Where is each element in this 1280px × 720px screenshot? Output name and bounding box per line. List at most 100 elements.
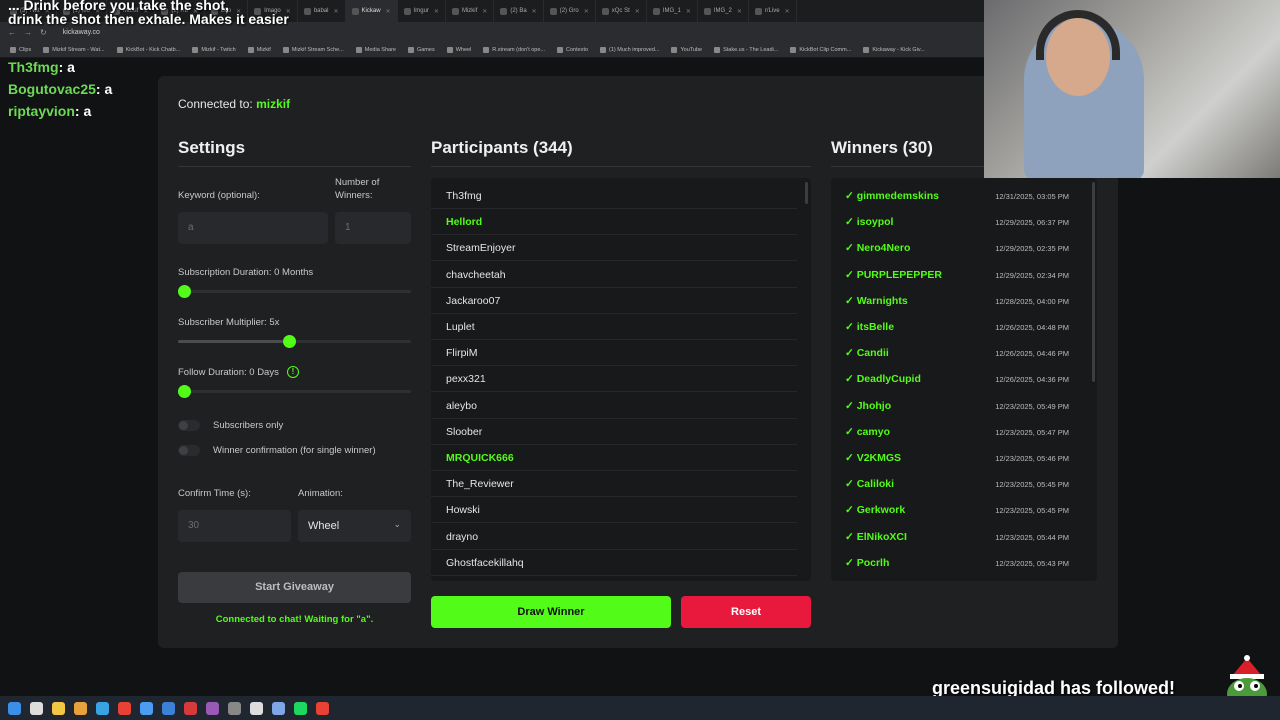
bookmark-item[interactable]: KickBot Clip Comm... (790, 46, 851, 53)
close-icon[interactable]: ✕ (686, 8, 691, 15)
folder-icon[interactable] (74, 701, 87, 715)
app6-icon[interactable] (316, 701, 329, 715)
winner-row[interactable]: ✓ DeadlyCupid 12/26/2025, 04:36 PM (831, 366, 1081, 392)
winner-row[interactable]: ✓ Warnights 12/28/2025, 04:00 PM (831, 288, 1081, 314)
reload-icon[interactable]: ↻ (40, 28, 47, 37)
subscribers-only-toggle[interactable] (178, 420, 200, 431)
app5-icon[interactable] (272, 701, 285, 715)
bookmark-item[interactable]: Games (407, 46, 435, 53)
close-icon[interactable]: ✕ (737, 8, 742, 15)
participant-row[interactable]: The_Reviewer (431, 471, 797, 498)
bookmark-item[interactable]: Media Share (355, 46, 396, 53)
winners-list[interactable]: ✓ gimmedemskins 12/31/2025, 03:05 PM ✓ iso… (831, 178, 1097, 581)
close-icon[interactable]: ✕ (785, 8, 790, 15)
browser-tab[interactable]: IMG_2 ✕ (698, 0, 749, 22)
photos-icon[interactable] (140, 701, 153, 715)
participant-row[interactable]: Hellord (431, 209, 797, 236)
app2-icon[interactable] (206, 701, 219, 715)
bookmark-item[interactable]: KickBot - Kick Chatb... (116, 46, 180, 53)
participant-row[interactable]: FlirpiM (431, 340, 797, 367)
winner-row[interactable]: ✓ Jhohjo 12/23/2025, 05:49 PM (831, 393, 1081, 419)
scrollbar[interactable] (805, 182, 808, 204)
bookmark-item[interactable]: Mizkif (247, 46, 271, 53)
winner-row[interactable]: ✓ Nero4Nero 12/29/2025, 02:35 PM (831, 235, 1081, 261)
participant-row[interactable]: drayno (431, 524, 797, 550)
close-icon[interactable]: ✕ (584, 8, 589, 15)
bookmark-item[interactable]: (1) Much improved... (600, 46, 659, 53)
winner-row[interactable]: ✓ PURPLEPEPPER 12/29/2025, 02:34 PM (831, 262, 1081, 288)
bookmark-item[interactable]: Kickaway - Kick Giv... (863, 46, 925, 53)
app-icon[interactable] (184, 701, 197, 715)
chrome-icon[interactable] (118, 701, 131, 715)
reset-button[interactable]: Reset (681, 596, 811, 628)
slider-knob[interactable] (282, 335, 296, 348)
bookmark-item[interactable]: Mizkif Stream - Wat... (43, 46, 105, 53)
browser-tab[interactable]: (2) Ba ✕ (494, 0, 544, 22)
browser-tab[interactable]: r/Live ✕ (749, 0, 797, 22)
bookmark-item[interactable]: YouTube (671, 46, 702, 53)
winner-row[interactable]: ✓ V2KMGS 12/23/2025, 05:46 PM (831, 445, 1081, 471)
search-icon[interactable] (30, 701, 43, 715)
draw-winner-button[interactable]: Draw Winner (431, 596, 671, 628)
browser-tab[interactable]: Imgur ✕ (398, 0, 446, 22)
participant-row[interactable]: aleybo (431, 393, 797, 419)
back-icon[interactable]: ← (8, 28, 16, 37)
forward-icon[interactable]: → (24, 28, 32, 37)
winners-count-input[interactable]: 1 (335, 212, 411, 244)
browser-tab[interactable]: Kickaw ✕ (345, 0, 398, 22)
bookmark-item[interactable]: Wheel (446, 46, 471, 53)
follow-duration-slider[interactable] (178, 385, 411, 398)
winner-row[interactable]: ✓ isoypol 12/29/2025, 06:37 PM (831, 209, 1081, 235)
bookmark-item[interactable]: Clips (10, 46, 31, 53)
participant-row[interactable]: pexx321 (431, 366, 797, 393)
close-icon[interactable]: ✕ (434, 8, 439, 15)
slider-knob[interactable] (178, 285, 191, 298)
winner-row[interactable]: ✓ ElNikoXCI 12/23/2025, 05:44 PM (831, 524, 1081, 550)
participant-row[interactable]: chavcheetah (431, 262, 797, 288)
close-icon[interactable]: ✕ (386, 8, 391, 15)
close-icon[interactable]: ✕ (334, 8, 339, 15)
windows-icon[interactable] (8, 701, 21, 715)
participant-row[interactable]: MRQUICK666 (431, 445, 797, 471)
browser-tab[interactable]: IMG_1 ✕ (647, 0, 698, 22)
close-icon[interactable]: ✕ (482, 8, 487, 15)
winner-row[interactable]: ✓ Candii 12/26/2025, 04:46 PM (831, 340, 1081, 366)
participant-row[interactable]: Howski (431, 497, 797, 524)
participant-row[interactable]: Jackaroo07 (431, 288, 797, 314)
app3-icon[interactable] (228, 701, 241, 715)
animation-select[interactable]: Wheel ⌄ (298, 510, 411, 542)
winner-confirmation-toggle[interactable] (178, 445, 200, 456)
confirm-time-input[interactable]: 30 (178, 510, 291, 542)
bookmark-item[interactable]: Stake.us - The Leadi... (714, 46, 778, 53)
spotify-icon[interactable] (294, 701, 307, 715)
app4-icon[interactable] (250, 701, 263, 715)
slider-knob[interactable] (178, 385, 191, 398)
bookmark-item[interactable]: Mizkif - Twitch (192, 46, 236, 53)
browser-tab[interactable]: babal ✕ (298, 0, 346, 22)
scrollbar[interactable] (1092, 182, 1095, 382)
participant-row[interactable]: Luplet (431, 314, 797, 340)
winner-row[interactable]: ✓ camyo 12/23/2025, 05:47 PM (831, 419, 1081, 445)
start-giveaway-button[interactable]: Start Giveaway (178, 572, 411, 603)
bookmark-item[interactable]: Contexto (557, 46, 588, 53)
bookmark-item[interactable]: R.stream (don't ope... (483, 46, 545, 53)
subscription-duration-slider[interactable] (178, 285, 411, 298)
browser-tab[interactable]: Mizkif ✕ (446, 0, 495, 22)
browser-tab[interactable]: xQc St ✕ (596, 0, 647, 22)
store-icon[interactable] (96, 701, 109, 715)
winner-row[interactable]: ✓ Gerkwork 12/23/2025, 05:45 PM (831, 497, 1081, 523)
info-icon[interactable]: ! (287, 366, 299, 378)
keyword-input[interactable]: a (178, 212, 328, 244)
subscriber-multiplier-slider[interactable] (178, 335, 411, 348)
edge-icon[interactable] (162, 701, 175, 715)
winner-row[interactable]: ✓ Caliloki 12/23/2025, 05:45 PM (831, 471, 1081, 497)
participant-row[interactable]: Th3fmg (431, 183, 797, 209)
browser-tab[interactable]: (2) Gro ✕ (544, 0, 596, 22)
close-icon[interactable]: ✕ (532, 8, 537, 15)
winner-row[interactable]: ✓ itsBelle 12/26/2025, 04:48 PM (831, 314, 1081, 340)
winner-row[interactable]: ✓ Pocrlh 12/23/2025, 05:43 PM (831, 550, 1081, 576)
bookmark-item[interactable]: Mizkif Stream Sche... (282, 46, 344, 53)
participants-list[interactable]: Th3fmg Hellord StreamEnjoyer chavcheetah Jac… (431, 178, 811, 581)
close-icon[interactable]: ✕ (635, 8, 640, 15)
participant-row[interactable]: Ghostfacekillahq (431, 550, 797, 576)
